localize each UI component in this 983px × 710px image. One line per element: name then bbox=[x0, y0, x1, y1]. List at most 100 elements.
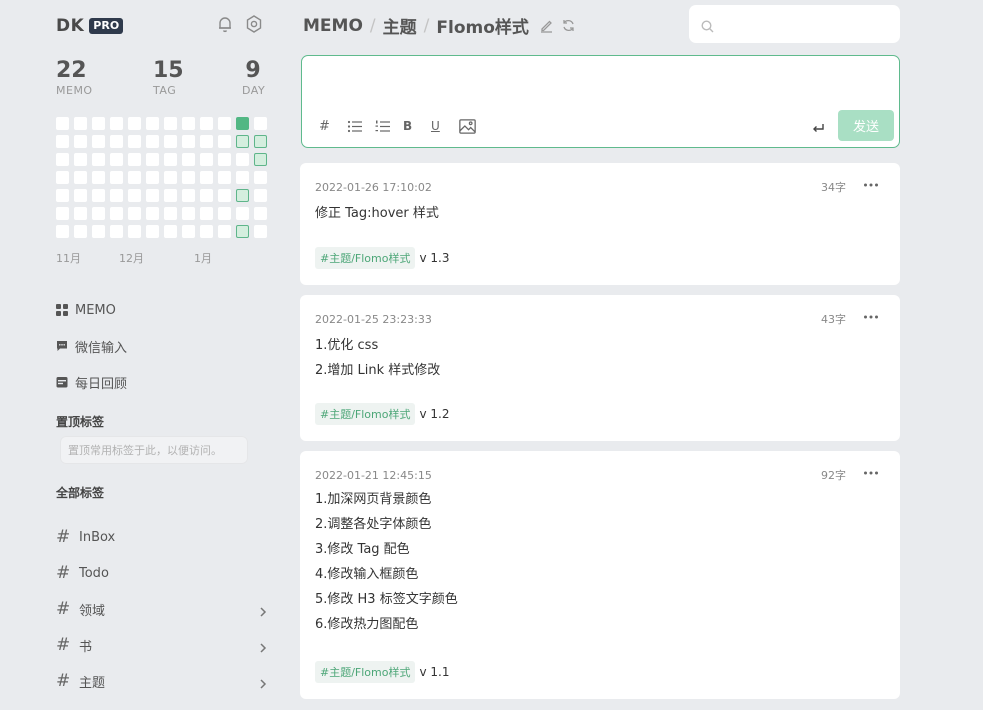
heatmap-cell[interactable] bbox=[146, 207, 159, 220]
heatmap-cell[interactable] bbox=[74, 171, 87, 184]
heatmap-cell[interactable] bbox=[182, 153, 195, 166]
memo-tag[interactable]: #主题/Flomo样式 bbox=[315, 247, 416, 269]
memo-tag[interactable]: #主题/Flomo样式 bbox=[315, 661, 416, 683]
pinned-tags-input[interactable] bbox=[60, 436, 248, 464]
heatmap-cell[interactable] bbox=[218, 225, 231, 238]
edit-icon[interactable] bbox=[539, 18, 554, 33]
memo-tag[interactable]: #主题/Flomo样式 bbox=[315, 403, 416, 425]
heatmap-cell[interactable] bbox=[128, 153, 141, 166]
nav-item-wechat[interactable]: 微信输入 bbox=[56, 328, 127, 364]
heatmap-cell[interactable] bbox=[128, 207, 141, 220]
tag-item-inbox[interactable]: # InBox bbox=[56, 519, 272, 555]
heatmap-cell[interactable] bbox=[146, 225, 159, 238]
breadcrumb-item[interactable]: 主题 bbox=[383, 13, 417, 38]
breadcrumb-item[interactable]: MEMO bbox=[303, 16, 363, 36]
heatmap-cell[interactable] bbox=[92, 171, 105, 184]
heatmap-cell[interactable] bbox=[200, 153, 213, 166]
heatmap-cell[interactable] bbox=[182, 135, 195, 148]
heatmap-cell[interactable] bbox=[56, 153, 69, 166]
heatmap-cell[interactable] bbox=[254, 135, 267, 148]
heatmap-cell[interactable] bbox=[236, 207, 249, 220]
heatmap-cell[interactable] bbox=[74, 207, 87, 220]
heatmap-cell[interactable] bbox=[56, 117, 69, 130]
bold-button[interactable]: B bbox=[403, 116, 431, 136]
send-button[interactable]: 发送 bbox=[838, 110, 894, 141]
heatmap-cell[interactable] bbox=[236, 225, 249, 238]
heatmap-cell[interactable] bbox=[254, 171, 267, 184]
heatmap-cell[interactable] bbox=[56, 207, 69, 220]
heatmap-cell[interactable] bbox=[254, 225, 267, 238]
heatmap-cell[interactable] bbox=[182, 171, 195, 184]
heatmap-cell[interactable] bbox=[92, 225, 105, 238]
heatmap-cell[interactable] bbox=[74, 189, 87, 202]
memo-input[interactable] bbox=[314, 66, 884, 110]
heatmap-cell[interactable] bbox=[74, 153, 87, 166]
heatmap-cell[interactable] bbox=[110, 225, 123, 238]
chevron-right-icon[interactable] bbox=[258, 675, 268, 689]
heatmap-cell[interactable] bbox=[128, 135, 141, 148]
heatmap-cell[interactable] bbox=[128, 225, 141, 238]
heatmap-cell[interactable] bbox=[128, 117, 141, 130]
heatmap-cell[interactable] bbox=[218, 153, 231, 166]
heatmap-cell[interactable] bbox=[164, 207, 177, 220]
bullet-list-button[interactable] bbox=[347, 116, 375, 136]
tag-item-theme[interactable]: # 主题 bbox=[56, 663, 272, 699]
tag-item-todo[interactable]: # Todo bbox=[56, 555, 272, 591]
heatmap-cell[interactable] bbox=[254, 207, 267, 220]
heatmap-cell[interactable] bbox=[110, 207, 123, 220]
heatmap-cell[interactable] bbox=[164, 117, 177, 130]
heatmap-cell[interactable] bbox=[164, 153, 177, 166]
numbered-list-button[interactable] bbox=[375, 116, 403, 136]
tag-item-book[interactable]: # 书 bbox=[56, 627, 272, 663]
memo-timestamp[interactable]: 2022-01-21 12:45:15 bbox=[315, 469, 432, 482]
chevron-right-icon[interactable] bbox=[258, 603, 268, 617]
heatmap-cell[interactable] bbox=[92, 135, 105, 148]
heatmap-cell[interactable] bbox=[110, 171, 123, 184]
heatmap-cell[interactable] bbox=[182, 225, 195, 238]
tag-item-domain[interactable]: # 领域 bbox=[56, 591, 272, 627]
underline-button[interactable]: U bbox=[431, 116, 459, 136]
heatmap-cell[interactable] bbox=[110, 117, 123, 130]
heatmap-cell[interactable] bbox=[74, 117, 87, 130]
heatmap-cell[interactable] bbox=[218, 189, 231, 202]
heatmap-cell[interactable] bbox=[236, 153, 249, 166]
heatmap-cell[interactable] bbox=[92, 189, 105, 202]
heatmap-cell[interactable] bbox=[110, 189, 123, 202]
heatmap-cell[interactable] bbox=[254, 189, 267, 202]
heatmap-cell[interactable] bbox=[200, 207, 213, 220]
heatmap-cell[interactable] bbox=[200, 117, 213, 130]
memo-timestamp[interactable]: 2022-01-25 23:23:33 bbox=[315, 313, 432, 326]
heatmap-cell[interactable] bbox=[164, 225, 177, 238]
heatmap-cell[interactable] bbox=[146, 189, 159, 202]
heatmap-cell[interactable] bbox=[182, 117, 195, 130]
heatmap-cell[interactable] bbox=[56, 135, 69, 148]
heatmap-cell[interactable] bbox=[218, 135, 231, 148]
heatmap-cell[interactable] bbox=[218, 207, 231, 220]
more-icon[interactable] bbox=[862, 177, 880, 193]
heatmap-cell[interactable] bbox=[236, 171, 249, 184]
heatmap-cell[interactable] bbox=[92, 153, 105, 166]
heatmap-cell[interactable] bbox=[236, 135, 249, 148]
heatmap-cell[interactable] bbox=[128, 171, 141, 184]
heatmap-cell[interactable] bbox=[200, 189, 213, 202]
heatmap-cell[interactable] bbox=[146, 153, 159, 166]
heatmap-cell[interactable] bbox=[200, 225, 213, 238]
heatmap-cell[interactable] bbox=[128, 189, 141, 202]
bell-icon[interactable] bbox=[215, 14, 235, 34]
heatmap-cell[interactable] bbox=[236, 189, 249, 202]
heatmap-cell[interactable] bbox=[56, 171, 69, 184]
heatmap-cell[interactable] bbox=[56, 189, 69, 202]
image-button[interactable] bbox=[459, 116, 487, 136]
heatmap-cell[interactable] bbox=[56, 225, 69, 238]
nav-item-daily-review[interactable]: 每日回顾 bbox=[56, 364, 127, 400]
heatmap-cell[interactable] bbox=[200, 135, 213, 148]
heatmap-cell[interactable] bbox=[146, 117, 159, 130]
refresh-icon[interactable] bbox=[561, 18, 576, 33]
heatmap-cell[interactable] bbox=[164, 135, 177, 148]
heatmap-cell[interactable] bbox=[146, 135, 159, 148]
heatmap-cell[interactable] bbox=[74, 225, 87, 238]
chevron-right-icon[interactable] bbox=[258, 639, 268, 653]
search-box[interactable] bbox=[689, 5, 900, 43]
heatmap-cell[interactable] bbox=[182, 207, 195, 220]
gear-icon[interactable] bbox=[244, 14, 264, 34]
